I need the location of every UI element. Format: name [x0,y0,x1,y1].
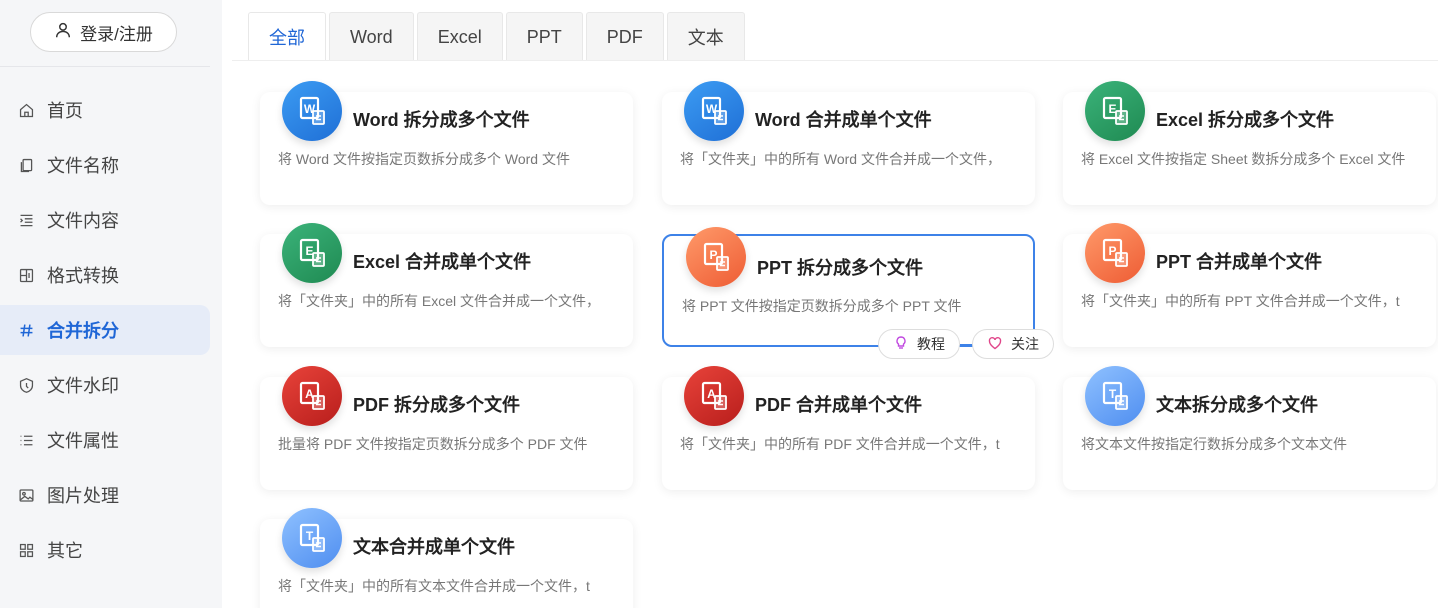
sidebar-item-file-props[interactable]: 文件属性 [0,415,210,465]
sidebar-item-other[interactable]: 其它 [0,525,210,575]
text-merge-icon: T [282,508,342,568]
excel-merge-icon: E [282,223,342,283]
card-word-split[interactable]: W Word 拆分成多个文件 将 Word 文件按指定页数拆分成多个 Word … [260,81,633,205]
card-excel-split[interactable]: E Excel 拆分成多个文件 将 Excel 文件按指定 Sheet 数拆分成… [1063,81,1436,205]
lightbulb-icon [893,335,909,354]
sidebar-item-label: 文件名称 [47,156,119,176]
card-description: 将文本文件按指定行数拆分成多个文本文件 [1081,436,1347,452]
word-merge-icon: W [684,81,744,141]
card-title: PDF 合并成单个文件 [755,395,923,415]
home-icon [17,101,35,119]
hash-icon [17,321,35,339]
pdf-file-icon: A [282,366,342,426]
card-title: PPT 拆分成多个文件 [757,258,924,278]
card-text-merge[interactable]: T 文本合并成单个文件 将「文件夹」中的所有文本文件合并成一个文件，t [260,508,633,608]
word-file-icon: W [282,81,342,141]
sidebar-item-image-process[interactable]: 图片处理 [0,470,210,520]
tabs-divider [232,60,1438,61]
sidebar-item-label: 图片处理 [47,486,119,506]
sidebar-item-label: 文件属性 [47,431,119,451]
tab-excel[interactable]: Excel [416,12,503,61]
card-description: 将「文件夹」中的所有 Word 文件合并成一个文件， [680,151,1001,167]
sidebar-nav: 首页 文件名称 文件内容 格式转换 合并拆分 文件水印 文件属性 图片处理 其它 [0,85,210,580]
tutorial-label: 教程 [917,336,945,352]
card-description: 批量将 PDF 文件按指定页数拆分成多个 PDF 文件 [278,436,588,452]
sidebar-item-label: 文件内容 [47,211,119,231]
heart-icon [987,335,1003,354]
sidebar-item-home[interactable]: 首页 [0,85,210,135]
sidebar-item-merge-split[interactable]: 合并拆分 [0,305,210,355]
tab-all[interactable]: 全部 [248,12,326,61]
card-title: Word 拆分成多个文件 [353,110,530,130]
card-text-split[interactable]: T 文本拆分成多个文件 将文本文件按指定行数拆分成多个文本文件 [1063,366,1436,490]
card-pdf-split[interactable]: A PDF 拆分成多个文件 批量将 PDF 文件按指定页数拆分成多个 PDF 文… [260,366,633,490]
card-word-merge[interactable]: W Word 合并成单个文件 将「文件夹」中的所有 Word 文件合并成一个文件… [662,81,1035,205]
card-title: Excel 拆分成多个文件 [1156,110,1335,130]
ppt-file-icon: P [686,227,746,287]
card-title: 文本拆分成多个文件 [1156,395,1318,415]
sidebar-item-label: 其它 [47,541,83,561]
card-title: Word 合并成单个文件 [755,110,932,130]
card-title: PDF 拆分成多个文件 [353,395,521,415]
text-file-icon: T [1085,366,1145,426]
sidebar-item-label: 合并拆分 [47,321,119,341]
sidebar-item-file-content[interactable]: 文件内容 [0,195,210,245]
ppt-merge-icon: P [1085,223,1145,283]
image-icon [17,486,35,504]
excel-file-icon: E [1085,81,1145,141]
sidebar-item-label: 首页 [47,101,83,121]
card-description: 将「文件夹」中的所有 PDF 文件合并成一个文件，t [680,436,1000,452]
sidebar-item-file-name[interactable]: 文件名称 [0,140,210,190]
card-description: 将「文件夹」中的所有文本文件合并成一个文件，t [278,578,590,594]
user-icon [54,21,72,44]
tab-word[interactable]: Word [329,12,414,61]
card-description: 将 Word 文件按指定页数拆分成多个 Word 文件 [278,151,570,167]
file-copy-icon [17,156,35,174]
sidebar-item-format-convert[interactable]: 格式转换 [0,250,210,300]
pdf-merge-icon: A [684,366,744,426]
category-tabs: 全部 Word Excel PPT PDF 文本 [248,12,745,61]
apps-icon [17,541,35,559]
tab-text[interactable]: 文本 [666,12,745,61]
content-list-icon [17,211,35,229]
sidebar-item-watermark[interactable]: 文件水印 [0,360,210,410]
login-register-label: 登录/注册 [80,24,153,44]
sidebar-divider [0,66,210,67]
tutorial-button[interactable]: 教程 [878,329,960,359]
sidebar: 登录/注册 首页 文件名称 文件内容 格式转换 合并拆分 文件水印 文件属性 图… [0,0,222,608]
card-title: Excel 合并成单个文件 [353,252,532,272]
card-description: 将「文件夹」中的所有 PPT 文件合并成一个文件，t [1081,293,1400,309]
list-icon [17,431,35,449]
tab-pdf[interactable]: PDF [585,12,664,61]
card-description: 将 Excel 文件按指定 Sheet 数拆分成多个 Excel 文件 [1081,151,1406,167]
grid-convert-icon [17,266,35,284]
shield-icon [17,376,35,394]
tab-ppt[interactable]: PPT [505,12,583,61]
follow-label: 关注 [1011,336,1039,352]
sidebar-item-label: 格式转换 [47,266,119,286]
card-description: 将 PPT 文件按指定页数拆分成多个 PPT 文件 [682,298,962,314]
card-pdf-merge[interactable]: A PDF 合并成单个文件 将「文件夹」中的所有 PDF 文件合并成一个文件，t [662,366,1035,490]
card-excel-merge[interactable]: E Excel 合并成单个文件 将「文件夹」中的所有 Excel 文件合并成一个… [260,223,633,347]
card-ppt-merge[interactable]: P PPT 合并成单个文件 将「文件夹」中的所有 PPT 文件合并成一个文件，t [1063,223,1436,347]
card-title: 文本合并成单个文件 [353,537,515,557]
sidebar-item-label: 文件水印 [47,376,119,396]
card-title: PPT 合并成单个文件 [1156,252,1323,272]
follow-button[interactable]: 关注 [972,329,1054,359]
login-register-button[interactable]: 登录/注册 [30,12,177,52]
card-description: 将「文件夹」中的所有 Excel 文件合并成一个文件， [278,293,601,309]
